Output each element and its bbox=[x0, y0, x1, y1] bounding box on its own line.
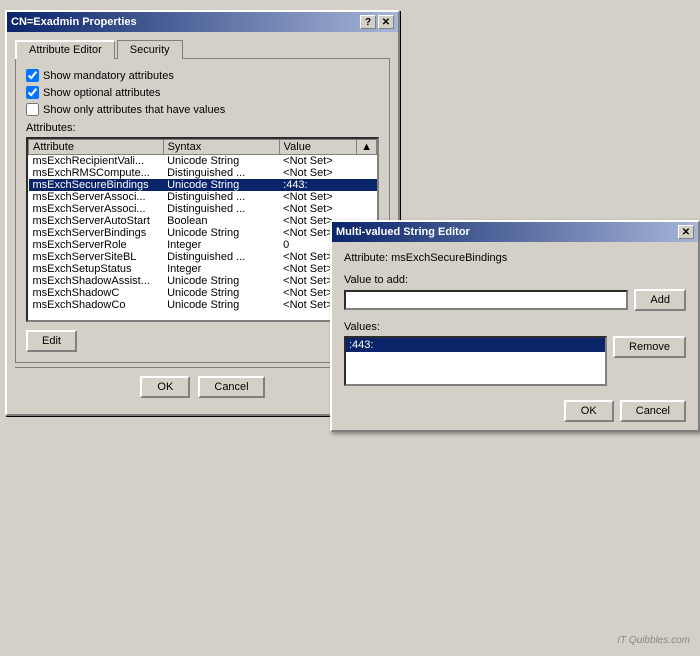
table-cell-syntax: Unicode String bbox=[163, 299, 279, 311]
table-cell-attribute: msExchServerBindings bbox=[29, 227, 164, 239]
attributes-label: Attributes: bbox=[26, 122, 379, 134]
col-header-value: Value bbox=[279, 140, 356, 155]
mvse-add-button[interactable]: Add bbox=[634, 289, 686, 311]
table-row[interactable]: msExchSetupStatusInteger<Not Set> bbox=[29, 263, 377, 275]
checkbox-mandatory-label: Show mandatory attributes bbox=[43, 70, 174, 82]
table-cell-attribute: msExchShadowCo bbox=[29, 299, 164, 311]
mvse-list-item[interactable]: :443: bbox=[346, 338, 605, 352]
mvse-value-to-add-label: Value to add: bbox=[344, 274, 686, 286]
mvse-values-listbox[interactable]: :443: bbox=[344, 336, 607, 386]
mvse-close-button[interactable]: ✕ bbox=[678, 225, 694, 239]
table-row[interactable]: msExchServerAutoStartBoolean<Not Set> bbox=[29, 215, 377, 227]
cancel-button[interactable]: Cancel bbox=[198, 376, 264, 398]
col-header-scroll: ▲ bbox=[357, 140, 377, 155]
mvse-content: Attribute: msExchSecureBindings Value to… bbox=[332, 242, 698, 396]
table-cell-attribute: msExchShadowC bbox=[29, 287, 164, 299]
table-cell-syntax: Distinguished ... bbox=[163, 203, 279, 215]
table-cell-attribute: msExchServerAssoci... bbox=[29, 191, 164, 203]
checkbox-have-values-label: Show only attributes that have values bbox=[43, 104, 225, 116]
table-cell-value: :443: bbox=[279, 179, 356, 191]
title-bar-buttons: ? ✕ bbox=[360, 15, 394, 29]
table-cell-syntax: Unicode String bbox=[163, 287, 279, 299]
table-cell-attribute: msExchSetupStatus bbox=[29, 263, 164, 275]
main-title-bar: CN=Exadmin Properties ? ✕ bbox=[7, 12, 398, 32]
table-cell-syntax: Boolean bbox=[163, 215, 279, 227]
table-cell-attribute: msExchServerRole bbox=[29, 239, 164, 251]
mvse-attribute-row: Attribute: msExchSecureBindings bbox=[344, 252, 686, 264]
tab-security[interactable]: Security bbox=[117, 40, 183, 59]
checkbox-optional: Show optional attributes bbox=[26, 86, 379, 99]
main-dialog-title: CN=Exadmin Properties bbox=[11, 16, 137, 28]
col-header-attribute: Attribute bbox=[29, 140, 164, 155]
checkbox-mandatory-input[interactable] bbox=[26, 69, 39, 82]
mvse-input-row: Add bbox=[344, 289, 686, 311]
table-row[interactable]: msExchServerSiteBLDistinguished ...<Not … bbox=[29, 251, 377, 263]
table-cell-attribute: msExchRecipientVali... bbox=[29, 155, 164, 168]
table-row[interactable]: msExchShadowCUnicode String<Not Set> bbox=[29, 287, 377, 299]
table-row[interactable]: msExchRMSCompute...Distinguished ...<Not… bbox=[29, 167, 377, 179]
mvse-dialog: Multi-valued String Editor ✕ Attribute: … bbox=[330, 220, 700, 432]
mvse-value-input[interactable] bbox=[344, 290, 628, 310]
table-row[interactable]: msExchShadowCoUnicode String<Not Set> bbox=[29, 299, 377, 311]
table-cell-attribute: msExchRMSCompute... bbox=[29, 167, 164, 179]
table-row[interactable]: msExchServerRoleInteger0 bbox=[29, 239, 377, 251]
table-cell-attribute: msExchServerSiteBL bbox=[29, 251, 164, 263]
table-row[interactable]: msExchServerAssoci...Distinguished ...<N… bbox=[29, 191, 377, 203]
table-cell-syntax: Unicode String bbox=[163, 227, 279, 239]
table-cell-syntax: Integer bbox=[163, 263, 279, 275]
table-cell-attribute: msExchServerAutoStart bbox=[29, 215, 164, 227]
table-row[interactable]: msExchSecureBindingsUnicode String:443: bbox=[29, 179, 377, 191]
table-cell-syntax: Distinguished ... bbox=[163, 167, 279, 179]
tab-attribute-editor[interactable]: Attribute Editor bbox=[15, 40, 115, 59]
table-row[interactable]: msExchShadowAssist...Unicode String<Not … bbox=[29, 275, 377, 287]
attributes-table-container[interactable]: Attribute Syntax Value ▲ msExchRecipient… bbox=[26, 137, 379, 322]
mvse-footer: OK Cancel bbox=[332, 396, 698, 430]
mvse-attribute-value: msExchSecureBindings bbox=[391, 252, 507, 264]
table-row[interactable]: msExchRecipientVali...Unicode String<Not… bbox=[29, 155, 377, 168]
checkbox-mandatory: Show mandatory attributes bbox=[26, 69, 379, 82]
checkbox-have-values-input[interactable] bbox=[26, 103, 39, 116]
mvse-cancel-button[interactable]: Cancel bbox=[620, 400, 686, 422]
table-row[interactable]: msExchServerBindingsUnicode String<Not S… bbox=[29, 227, 377, 239]
table-row[interactable]: msExchServerAssoci...Distinguished ...<N… bbox=[29, 203, 377, 215]
checkbox-optional-label: Show optional attributes bbox=[43, 87, 160, 99]
mvse-ok-button[interactable]: OK bbox=[564, 400, 614, 422]
table-cell-syntax: Unicode String bbox=[163, 179, 279, 191]
mvse-remove-button[interactable]: Remove bbox=[613, 336, 686, 358]
checkbox-have-values: Show only attributes that have values bbox=[26, 103, 379, 116]
mvse-dialog-title: Multi-valued String Editor bbox=[336, 226, 470, 238]
table-cell-syntax: Unicode String bbox=[163, 275, 279, 287]
table-cell-syntax: Distinguished ... bbox=[163, 191, 279, 203]
table-cell-value: <Not Set> bbox=[279, 155, 356, 168]
mvse-title-bar: Multi-valued String Editor ✕ bbox=[332, 222, 698, 242]
table-cell-value: <Not Set> bbox=[279, 203, 356, 215]
edit-button[interactable]: Edit bbox=[26, 330, 77, 352]
table-cell-syntax: Unicode String bbox=[163, 155, 279, 168]
tab-bar: Attribute Editor Security bbox=[15, 40, 390, 59]
table-cell-attribute: msExchSecureBindings bbox=[29, 179, 164, 191]
mvse-attribute-label: Attribute: bbox=[344, 252, 388, 264]
mvse-values-label: Values: bbox=[344, 321, 686, 333]
watermark: IT Quibbles.com bbox=[617, 635, 690, 646]
table-cell-syntax: Integer bbox=[163, 239, 279, 251]
ok-button[interactable]: OK bbox=[140, 376, 190, 398]
table-cell-attribute: msExchShadowAssist... bbox=[29, 275, 164, 287]
mvse-side-buttons: Remove bbox=[613, 336, 686, 386]
table-cell-syntax: Distinguished ... bbox=[163, 251, 279, 263]
table-cell-attribute: msExchServerAssoci... bbox=[29, 203, 164, 215]
help-button[interactable]: ? bbox=[360, 15, 376, 29]
col-header-syntax: Syntax bbox=[163, 140, 279, 155]
table-cell-value: <Not Set> bbox=[279, 167, 356, 179]
attributes-table: Attribute Syntax Value ▲ msExchRecipient… bbox=[28, 139, 377, 311]
close-button[interactable]: ✕ bbox=[378, 15, 394, 29]
edit-section: Edit bbox=[26, 330, 379, 352]
checkbox-optional-input[interactable] bbox=[26, 86, 39, 99]
mvse-values-row: :443: Remove bbox=[344, 336, 686, 386]
table-cell-value: <Not Set> bbox=[279, 191, 356, 203]
